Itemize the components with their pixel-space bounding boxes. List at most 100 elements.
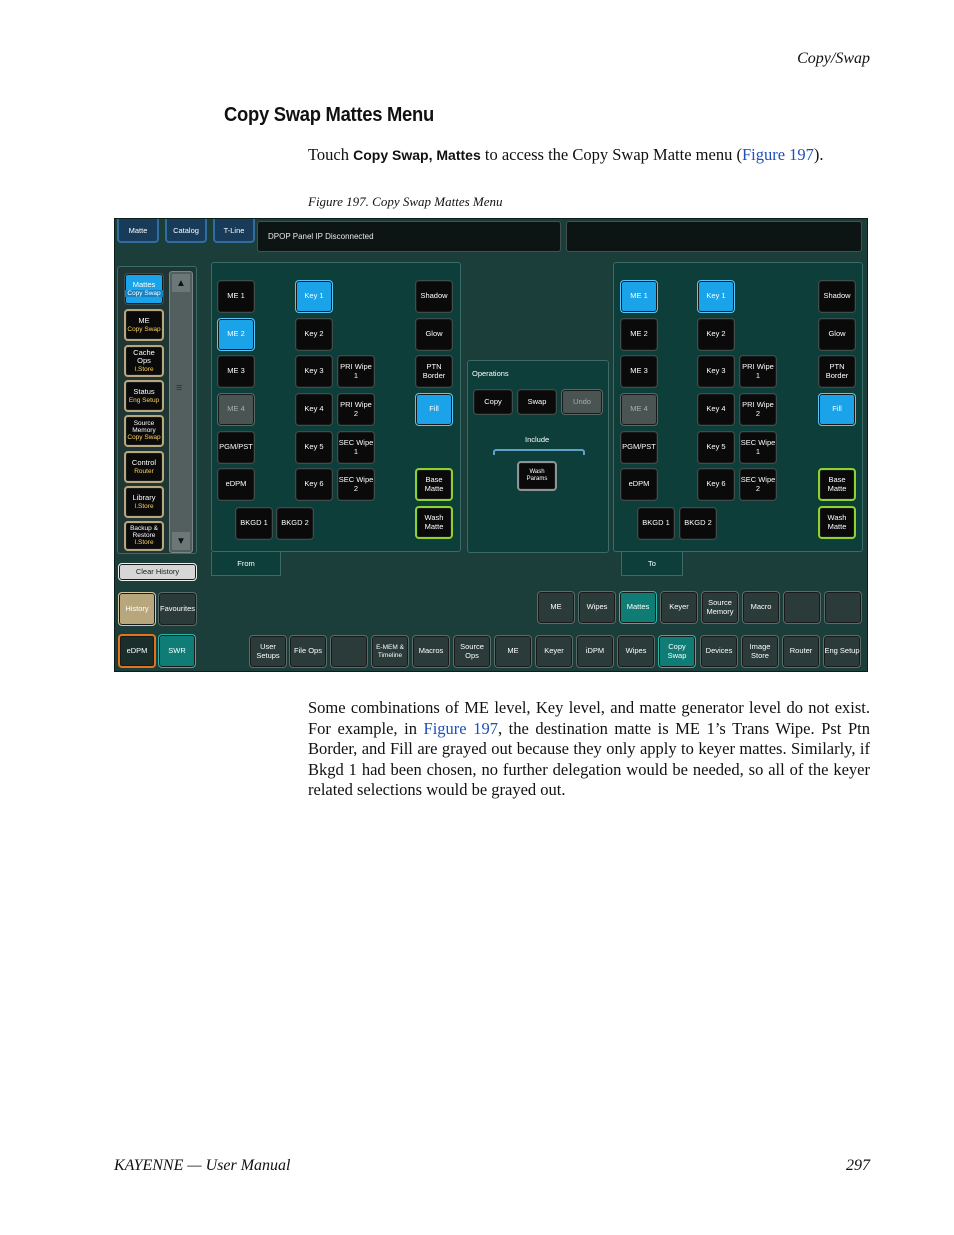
nav-cache-ops[interactable]: Cache Ops I.Store [124,345,164,377]
to-sec-wipe-1[interactable]: SEC Wipe 1 [739,431,777,464]
to-bkgd-2[interactable]: BKGD 2 [679,507,717,540]
menu-source-ops[interactable]: Source Ops [453,635,491,668]
nav-me[interactable]: ME Copy Swap [124,309,164,341]
submenu-me[interactable]: ME [537,591,575,624]
from-pri-wipe-1[interactable]: PRI Wipe 1 [337,355,375,388]
to-pri-wipe-2[interactable]: PRI Wipe 2 [739,393,777,426]
to-ptn-border[interactable]: PTN Border [818,355,856,388]
menu-eng-setup[interactable]: Eng Setup [823,635,861,668]
to-key-5[interactable]: Key 5 [697,431,735,464]
to-key-4[interactable]: Key 4 [697,393,735,426]
from-ptn-border[interactable]: PTN Border [415,355,453,388]
clear-history-button[interactable]: Clear History [118,563,197,581]
submenu-source-memory[interactable]: Source Memory [701,591,739,624]
from-me-1[interactable]: ME 1 [217,280,255,313]
menu-macros[interactable]: Macros [412,635,450,668]
from-key-6[interactable]: Key 6 [295,468,333,501]
history-button[interactable]: History [118,592,156,626]
submenu-mattes[interactable]: Mattes [619,591,657,624]
nav-library-sub: I.Store [134,502,154,510]
from-fill[interactable]: Fill [415,393,453,426]
from-sec-wipe-2[interactable]: SEC Wipe 2 [337,468,375,501]
to-key-1[interactable]: Key 1 [697,280,735,313]
to-sec-wipe-2[interactable]: SEC Wipe 2 [739,468,777,501]
nav-source-memory[interactable]: Source Memory Copy Swap [124,415,164,447]
from-key-5[interactable]: Key 5 [295,431,333,464]
menu-devices[interactable]: Devices [700,635,738,668]
nav-library[interactable]: Library I.Store [124,486,164,518]
to-pri-wipe-1[interactable]: PRI Wipe 1 [739,355,777,388]
from-me-3[interactable]: ME 3 [217,355,255,388]
to-glow[interactable]: Glow [818,318,856,351]
submenu-wipes[interactable]: Wipes [578,591,616,624]
from-glow[interactable]: Glow [415,318,453,351]
nav-control[interactable]: Control Router [124,451,164,483]
nav-backup-restore[interactable]: Backup & Restore I.Store [124,521,164,551]
wash-params-button[interactable]: Wash Params [517,461,557,491]
to-key-3[interactable]: Key 3 [697,355,735,388]
undo-button: Undo [561,389,603,415]
to-me-2[interactable]: ME 2 [620,318,658,351]
from-pri-wipe-2[interactable]: PRI Wipe 2 [337,393,375,426]
to-shadow[interactable]: Shadow [818,280,856,313]
to-wash-matte[interactable]: Wash Matte [818,506,856,539]
submenu-empty-2[interactable] [824,591,862,624]
scroll-grip-icon[interactable]: ≡ [176,382,182,394]
from-bkgd-2[interactable]: BKGD 2 [276,507,314,540]
nav-mattes[interactable]: Mattes Copy Swap [124,273,164,305]
from-key-3[interactable]: Key 3 [295,355,333,388]
from-bkgd-1[interactable]: BKGD 1 [235,507,273,540]
to-bkgd-1[interactable]: BKGD 1 [637,507,675,540]
to-me-1[interactable]: ME 1 [620,280,658,313]
menu-copy-swap[interactable]: Copy Swap [658,635,696,668]
submenu-keyer[interactable]: Keyer [660,591,698,624]
tab-catalog[interactable]: Catalog [165,219,207,243]
from-shadow[interactable]: Shadow [415,280,453,313]
figure-link[interactable]: Figure 197 [742,145,814,164]
from-me-2[interactable]: ME 2 [217,318,255,351]
from-edpm[interactable]: eDPM [217,468,255,501]
menu-idpm[interactable]: iDPM [576,635,614,668]
tab-tline[interactable]: T-Line [213,219,255,243]
nav-scrollbar[interactable]: ▲ ≡ ▼ [169,271,193,553]
to-me-3[interactable]: ME 3 [620,355,658,388]
swr-button[interactable]: SWR [158,634,196,668]
menu-emem-timeline[interactable]: E-MEM & Timeline [371,635,409,668]
menu-wipes[interactable]: Wipes [617,635,655,668]
edpm-button[interactable]: eDPM [118,634,156,668]
para-figure-link[interactable]: Figure 197 [424,719,498,738]
submenu-macro[interactable]: Macro [742,591,780,624]
include-bracket [493,449,585,455]
to-pgm-pst[interactable]: PGM/PST [620,431,658,464]
from-key-1[interactable]: Key 1 [295,280,333,313]
from-key-2[interactable]: Key 2 [295,318,333,351]
to-base-matte[interactable]: Base Matte [818,468,856,501]
tab-matte[interactable]: Matte [117,219,159,243]
from-sec-wipe-1[interactable]: SEC Wipe 1 [337,431,375,464]
from-key-4[interactable]: Key 4 [295,393,333,426]
to-edpm[interactable]: eDPM [620,468,658,501]
to-key-6[interactable]: Key 6 [697,468,735,501]
from-wash-matte[interactable]: Wash Matte [415,506,453,539]
menu-me[interactable]: ME [494,635,532,668]
menu-keyer[interactable]: Keyer [535,635,573,668]
from-base-matte[interactable]: Base Matte [415,468,453,501]
menu-image-store[interactable]: Image Store [741,635,779,668]
to-fill[interactable]: Fill [818,393,856,426]
nav-status[interactable]: Status Eng Setup [124,380,164,412]
from-pgm-pst[interactable]: PGM/PST [217,431,255,464]
submenu-empty-1[interactable] [783,591,821,624]
nav-me-sub: Copy Swap [127,325,161,333]
swap-button[interactable]: Swap [517,389,557,415]
to-me-4: ME 4 [620,393,658,426]
menu-router[interactable]: Router [782,635,820,668]
scroll-down-icon[interactable]: ▼ [172,532,190,550]
favourites-button[interactable]: Favourites [158,592,197,626]
menu-file-ops[interactable]: File Ops [289,635,327,668]
copy-button[interactable]: Copy [473,389,513,415]
menu-empty[interactable] [330,635,368,668]
menu-user-setups[interactable]: User Setups [249,635,287,668]
nav-cache-ops-label: Cache Ops [133,347,155,366]
to-key-2[interactable]: Key 2 [697,318,735,351]
scroll-up-icon[interactable]: ▲ [172,274,190,292]
